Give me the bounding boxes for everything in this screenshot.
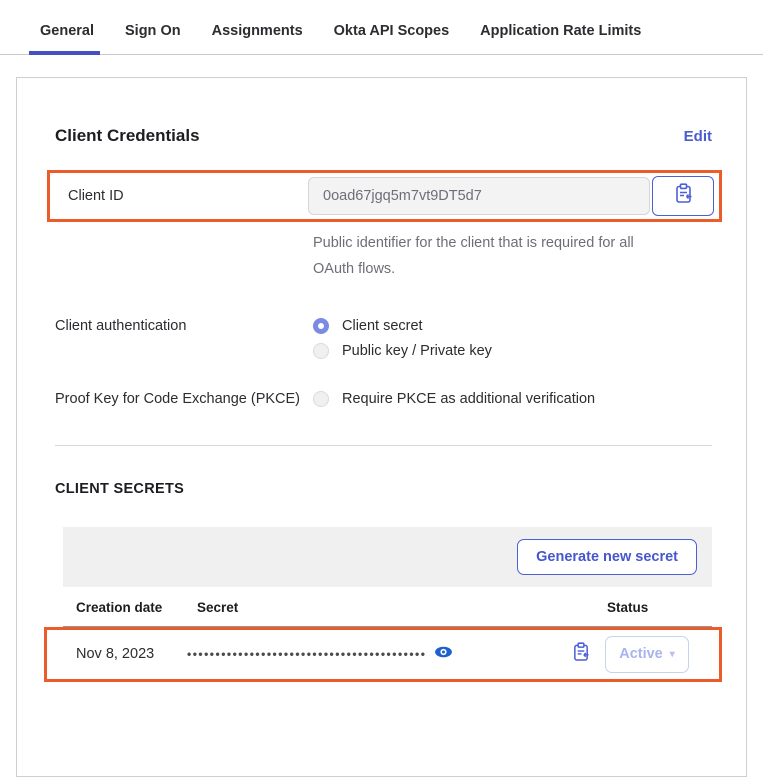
- radio-public-private-key[interactable]: [313, 343, 329, 359]
- generate-new-secret-button[interactable]: Generate new secret: [517, 539, 697, 575]
- creation-date-header: Creation date: [76, 600, 197, 615]
- client-id-highlight-annotation: Client ID 0oad67jgq5m7vt9DT5d7: [47, 170, 722, 222]
- radio-client-secret[interactable]: [313, 318, 329, 334]
- radio-public-private-key-label: Public key / Private key: [342, 343, 492, 359]
- settings-card: Client Credentials Edit Client ID 0oad67…: [16, 77, 747, 777]
- masked-secret-value: ••••••••••••••••••••••••••••••••••••••••…: [187, 647, 426, 661]
- status-label: Active: [619, 646, 663, 662]
- client-credentials-title: Client Credentials: [55, 126, 200, 146]
- pkce-row: Proof Key for Code Exchange (PKCE) Requi…: [55, 391, 712, 407]
- pkce-option: Require PKCE as additional verification: [313, 391, 595, 407]
- client-secret-highlight-annotation: Nov 8, 2023 ••••••••••••••••••••••••••••…: [44, 627, 722, 682]
- radio-client-secret-label: Client secret: [342, 318, 423, 334]
- tab-sign-on[interactable]: Sign On: [125, 23, 181, 54]
- client-id-help-text: Public identifier for the client that is…: [313, 231, 665, 283]
- client-secrets-title: CLIENT SECRETS: [55, 481, 712, 497]
- client-secrets-toolbar: Generate new secret: [63, 527, 712, 587]
- client-id-copy-button[interactable]: [652, 176, 714, 216]
- client-authentication-row: Client authentication Client secret Publ…: [55, 318, 712, 359]
- status-header: Status: [607, 600, 712, 615]
- client-id-value-field[interactable]: 0oad67jgq5m7vt9DT5d7: [308, 177, 650, 215]
- client-id-row: Client ID 0oad67jgq5m7vt9DT5d7: [68, 176, 714, 216]
- option-client-secret: Client secret: [313, 318, 492, 334]
- pkce-checkbox[interactable]: [313, 391, 329, 407]
- chevron-down-icon: ▾: [670, 649, 675, 660]
- client-credentials-header: Client Credentials Edit: [55, 126, 712, 146]
- clipboard-copy-icon: [572, 642, 590, 667]
- eye-icon: [434, 645, 453, 664]
- pkce-option-label: Require PKCE as additional verification: [342, 391, 595, 407]
- secret-header: Secret: [197, 600, 559, 615]
- pkce-label: Proof Key for Code Exchange (PKCE): [55, 391, 313, 407]
- tab-bar: General Sign On Assignments Okta API Sco…: [0, 0, 763, 55]
- secret-copy-button[interactable]: [572, 642, 590, 667]
- edit-link[interactable]: Edit: [684, 128, 712, 145]
- tab-general[interactable]: General: [40, 23, 94, 54]
- client-authentication-label: Client authentication: [55, 318, 313, 334]
- clipboard-copy-icon: [674, 183, 693, 209]
- tab-assignments[interactable]: Assignments: [212, 23, 303, 54]
- secrets-table-header: Creation date Secret Status: [63, 587, 712, 627]
- tab-application-rate-limits[interactable]: Application Rate Limits: [480, 23, 641, 54]
- status-dropdown[interactable]: Active ▾: [605, 636, 689, 673]
- client-id-label: Client ID: [68, 188, 308, 204]
- tab-okta-api-scopes[interactable]: Okta API Scopes: [334, 23, 450, 54]
- section-divider: [55, 445, 712, 446]
- client-secrets-section: Generate new secret Creation date Secret…: [63, 527, 712, 682]
- option-public-private-key: Public key / Private key: [313, 343, 492, 359]
- secret-value-cell: ••••••••••••••••••••••••••••••••••••••••…: [187, 645, 557, 664]
- reveal-secret-button[interactable]: [434, 645, 453, 664]
- secret-creation-date: Nov 8, 2023: [76, 646, 187, 662]
